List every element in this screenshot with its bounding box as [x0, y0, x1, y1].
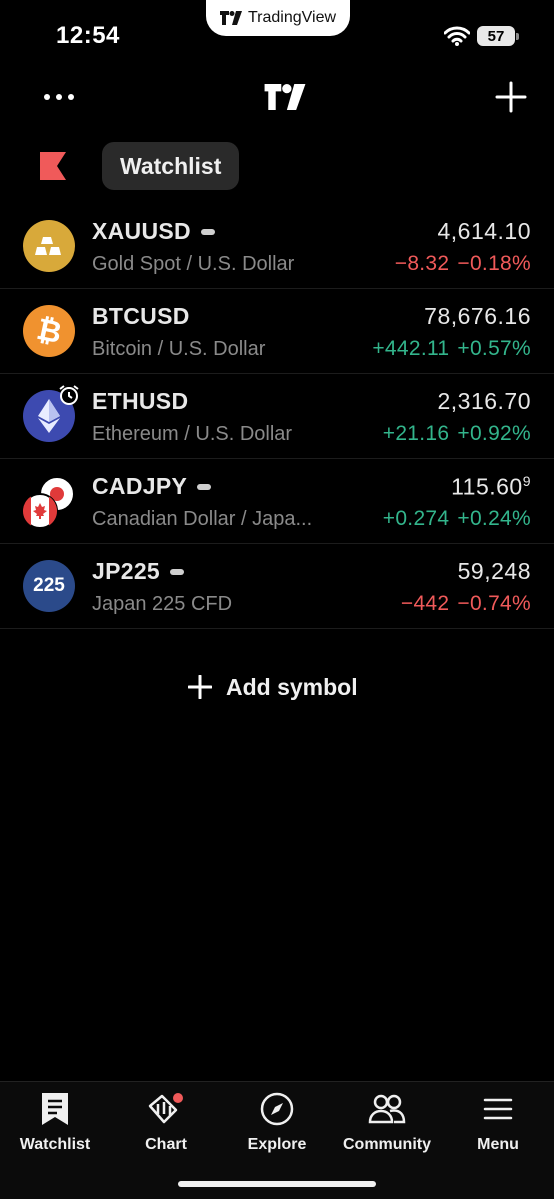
flag-icon[interactable]	[38, 152, 66, 180]
jp225-icon-text: 225	[33, 575, 65, 596]
nav-menu[interactable]: Menu	[443, 1090, 553, 1158]
change-value: −442	[400, 592, 450, 615]
symbol-ticker: BTCUSD	[92, 303, 190, 329]
more-dots-icon[interactable]	[44, 90, 76, 106]
symbol-name: BTCUSD	[92, 303, 190, 330]
symbol-name: JP225	[92, 558, 185, 585]
battery-indicator: 57	[477, 26, 519, 46]
nav-chart[interactable]: Chart	[111, 1090, 221, 1158]
wifi-icon	[444, 26, 470, 46]
symbol-change: +21.16 +0.92%	[383, 422, 531, 446]
island-label: TradingView	[247, 9, 337, 26]
watchlist: XAUUSD Gold Spot / U.S. Dollar 4,614.10 …	[0, 204, 554, 629]
change-percent: +0.24%	[457, 507, 531, 530]
symbol-change: +0.274 +0.24%	[383, 507, 531, 531]
symbol-name: CADJPY	[92, 473, 212, 500]
price-value: 59,248	[457, 558, 531, 584]
symbol-price: 59,248	[458, 558, 531, 585]
nav-label: Chart	[145, 1136, 187, 1153]
symbol-ticker: CADJPY	[92, 473, 188, 499]
symbol-price: 2,316.70	[437, 388, 531, 415]
plus-icon	[188, 675, 212, 699]
community-icon	[368, 1094, 406, 1124]
symbol-change: −8.32 −0.18%	[395, 252, 531, 276]
change-value: +442.11	[372, 337, 450, 360]
nav-label: Community	[343, 1136, 431, 1153]
change-percent: −0.74%	[457, 592, 531, 615]
dynamic-island: TradingView	[206, 0, 350, 36]
change-percent: +0.57%	[457, 337, 531, 360]
bitcoin-icon: ₿	[23, 305, 75, 357]
change-value: +0.274	[382, 507, 450, 530]
add-symbol-label: Add symbol	[226, 673, 358, 700]
chart-icon	[148, 1093, 183, 1124]
jp225-icon: 225	[23, 560, 75, 612]
add-symbol-button[interactable]: Add symbol	[188, 670, 358, 704]
dash-icon	[200, 228, 215, 235]
watchlist-row[interactable]: ETHUSD Ethereum / U.S. Dollar 2,316.70 +…	[0, 374, 554, 459]
nav-label: Explore	[247, 1136, 307, 1153]
dash-icon	[197, 483, 212, 490]
symbol-description: Bitcoin / U.S. Dollar	[92, 338, 266, 360]
watchlist-row[interactable]: ₿ BTCUSD Bitcoin / U.S. Dollar 78,676.16…	[0, 289, 554, 374]
plus-icon[interactable]	[494, 80, 528, 114]
symbol-ticker: JP225	[92, 558, 161, 584]
dash-icon	[170, 568, 185, 575]
change-value: −8.32	[394, 252, 450, 275]
watchlist-row[interactable]: XAUUSD Gold Spot / U.S. Dollar 4,614.10 …	[0, 204, 554, 289]
watchlist-row[interactable]: CADJPY Canadian Dollar / Japa... 115.609…	[0, 459, 554, 544]
menu-icon	[483, 1098, 513, 1120]
gold-bars-icon	[23, 220, 75, 272]
symbol-ticker: XAUUSD	[92, 218, 191, 244]
nav-explore[interactable]: Explore	[222, 1090, 332, 1158]
battery-level: 57	[487, 27, 505, 45]
compass-icon	[260, 1092, 294, 1126]
watchlist-row[interactable]: 225 JP225 Japan 225 CFD 59,248 −442 −0.74…	[0, 544, 554, 629]
home-indicator	[178, 1181, 376, 1187]
alarm-clock-icon	[59, 385, 79, 405]
symbol-description: Ethereum / U.S. Dollar	[92, 423, 293, 445]
tradingview-small-logo-icon	[219, 11, 242, 25]
nav-label: Watchlist	[19, 1136, 91, 1153]
price-value: 115.60	[451, 473, 523, 500]
symbol-change: −442 −0.74%	[401, 592, 531, 616]
tradingview-logo-icon[interactable]	[262, 84, 308, 110]
cad-jpy-flags-icon	[22, 475, 78, 531]
symbol-price: 78,676.16	[424, 303, 531, 330]
symbol-description: Canadian Dollar / Japa...	[92, 508, 313, 530]
watchlist-label: Watchlist	[120, 152, 222, 179]
watchlist-selector[interactable]: Watchlist	[102, 142, 240, 190]
price-value: 4,614.10	[437, 218, 531, 244]
symbol-price: 4,614.10	[437, 218, 531, 245]
price-value: 78,676.16	[424, 303, 531, 329]
symbol-ticker: ETHUSD	[92, 388, 189, 414]
symbol-description: Japan 225 CFD	[92, 593, 233, 615]
nav-label: Menu	[477, 1136, 519, 1153]
change-percent: +0.92%	[457, 422, 531, 445]
symbol-change: +442.11 +0.57%	[372, 337, 531, 361]
price-fraction: 9	[522, 473, 531, 489]
status-time: 12:54	[56, 22, 120, 49]
watchlist-icon	[42, 1093, 68, 1125]
nav-community[interactable]: Community	[332, 1090, 442, 1158]
symbol-description: Gold Spot / U.S. Dollar	[92, 253, 295, 275]
symbol-price: 115.609	[451, 473, 531, 501]
price-value: 2,316.70	[437, 388, 531, 414]
change-percent: −0.18%	[457, 252, 531, 275]
change-value: +21.16	[382, 422, 450, 445]
nav-watchlist[interactable]: Watchlist	[0, 1090, 110, 1158]
screen: 12:54 TradingView 57 Watchlist XAUUSD Go…	[0, 0, 554, 1199]
symbol-name: ETHUSD	[92, 388, 188, 415]
symbol-name: XAUUSD	[92, 218, 215, 245]
